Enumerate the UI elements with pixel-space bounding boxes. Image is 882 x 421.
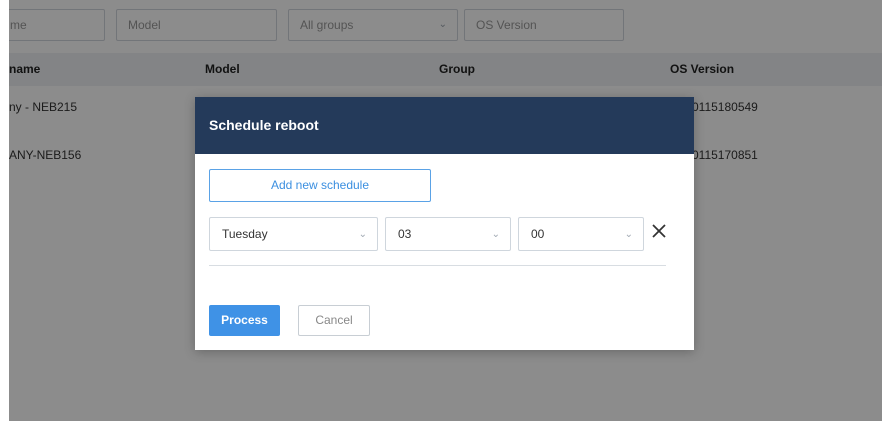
hour-select-value: 03 xyxy=(398,227,412,241)
process-button[interactable]: Process xyxy=(209,305,280,336)
chevron-down-icon: ⌄ xyxy=(358,229,367,240)
chevron-down-icon: ⌄ xyxy=(491,229,500,240)
day-select-value: Tuesday xyxy=(222,227,268,241)
dialog-title: Schedule reboot xyxy=(195,97,694,154)
chevron-down-icon: ⌄ xyxy=(624,229,633,240)
minute-select-value: 00 xyxy=(531,227,545,241)
remove-schedule-icon xyxy=(652,224,666,238)
minute-select[interactable]: 00 ⌄ xyxy=(518,217,644,251)
hour-select[interactable]: 03 ⌄ xyxy=(385,217,511,251)
schedule-reboot-dialog: Schedule reboot Add new schedule Tuesday… xyxy=(195,97,694,350)
add-new-schedule-button[interactable]: Add new schedule xyxy=(209,169,431,202)
cancel-button[interactable]: Cancel xyxy=(298,305,370,336)
close-icon[interactable] xyxy=(650,221,668,245)
divider xyxy=(209,265,666,266)
day-select[interactable]: Tuesday ⌄ xyxy=(209,217,378,251)
